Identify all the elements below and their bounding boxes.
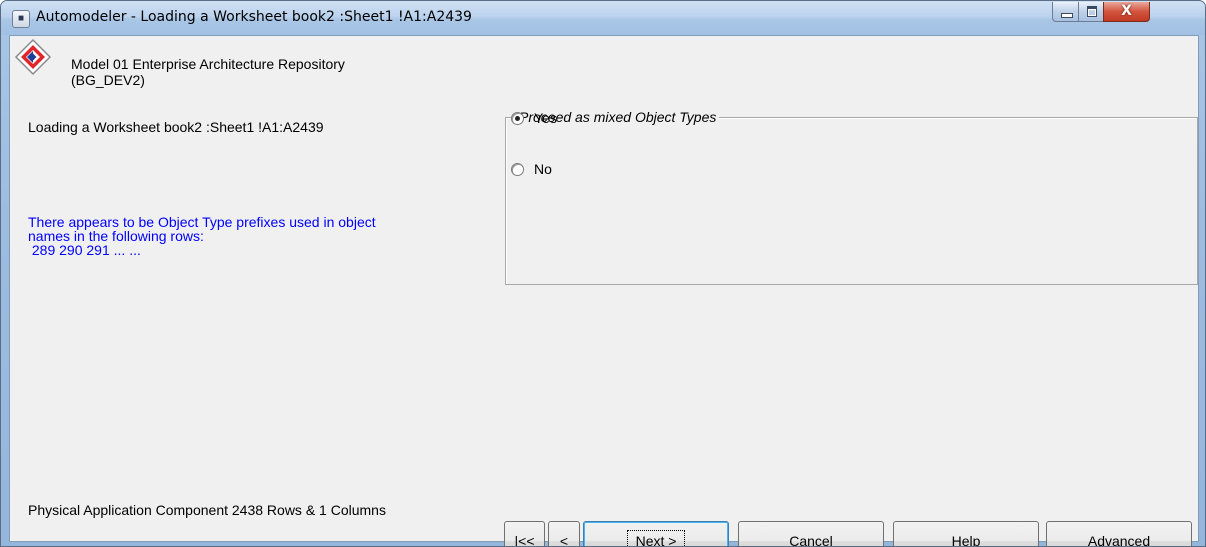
maximize-button[interactable] bbox=[1078, 2, 1104, 22]
advanced-button-label: Advanced bbox=[1087, 533, 1151, 547]
radio-label-no: No bbox=[534, 161, 552, 177]
window-title: Automodeler - Loading a Worksheet book2 … bbox=[36, 9, 472, 25]
radio-option-no[interactable]: No bbox=[511, 160, 552, 178]
first-page-button[interactable]: |<< bbox=[504, 521, 545, 546]
dialog-body: Model 01 Enterprise Architecture Reposit… bbox=[9, 35, 1199, 546]
model-name-line-2: (BG_DEV2) bbox=[71, 72, 145, 88]
notice-line-1: There appears to be Object Type prefixes… bbox=[28, 214, 376, 230]
repository-logo-icon bbox=[14, 38, 52, 76]
close-button[interactable]: X bbox=[1103, 2, 1150, 22]
automodeler-app-icon[interactable]: ■ bbox=[12, 10, 30, 28]
model-name-line-1: Model 01 Enterprise Architecture Reposit… bbox=[71, 56, 345, 72]
minimize-button[interactable] bbox=[1052, 2, 1079, 22]
loading-status: Loading a Worksheet book2 :Sheet1 !A1:A2… bbox=[28, 119, 324, 135]
radio-label-yes: Yes bbox=[534, 110, 557, 126]
radio-option-yes[interactable]: Yes bbox=[511, 109, 557, 127]
cancel-button[interactable]: Cancel bbox=[738, 521, 884, 547]
cancel-button-label: Cancel bbox=[789, 533, 833, 547]
title-bar[interactable]: ■ Automodeler - Loading a Worksheet book… bbox=[1, 1, 1205, 35]
previous-button[interactable]: < bbox=[548, 521, 580, 546]
worksheet-summary: Physical Application Component 2438 Rows… bbox=[28, 502, 386, 518]
mixed-object-types-group bbox=[505, 117, 1198, 285]
next-button[interactable]: Next > bbox=[583, 521, 729, 546]
advanced-button[interactable]: Advanced bbox=[1046, 521, 1192, 547]
help-button[interactable]: Help bbox=[893, 521, 1039, 547]
prefix-notice: There appears to be Object Type prefixes… bbox=[28, 215, 468, 257]
notice-row-list: 289 290 291 ... ... bbox=[28, 242, 141, 258]
minimize-icon bbox=[1061, 13, 1073, 18]
next-button-label: Next > bbox=[626, 530, 686, 546]
help-button-label: Help bbox=[951, 533, 981, 547]
notice-line-2: names in the following rows: bbox=[28, 228, 204, 244]
automodeler-window: ■ Automodeler - Loading a Worksheet book… bbox=[0, 0, 1206, 547]
radio-button-no[interactable] bbox=[511, 162, 524, 176]
close-icon: X bbox=[1121, 3, 1132, 19]
radio-button-yes[interactable] bbox=[511, 111, 524, 125]
maximize-icon bbox=[1087, 6, 1097, 17]
model-repository-name: Model 01 Enterprise Architecture Reposit… bbox=[71, 56, 451, 88]
